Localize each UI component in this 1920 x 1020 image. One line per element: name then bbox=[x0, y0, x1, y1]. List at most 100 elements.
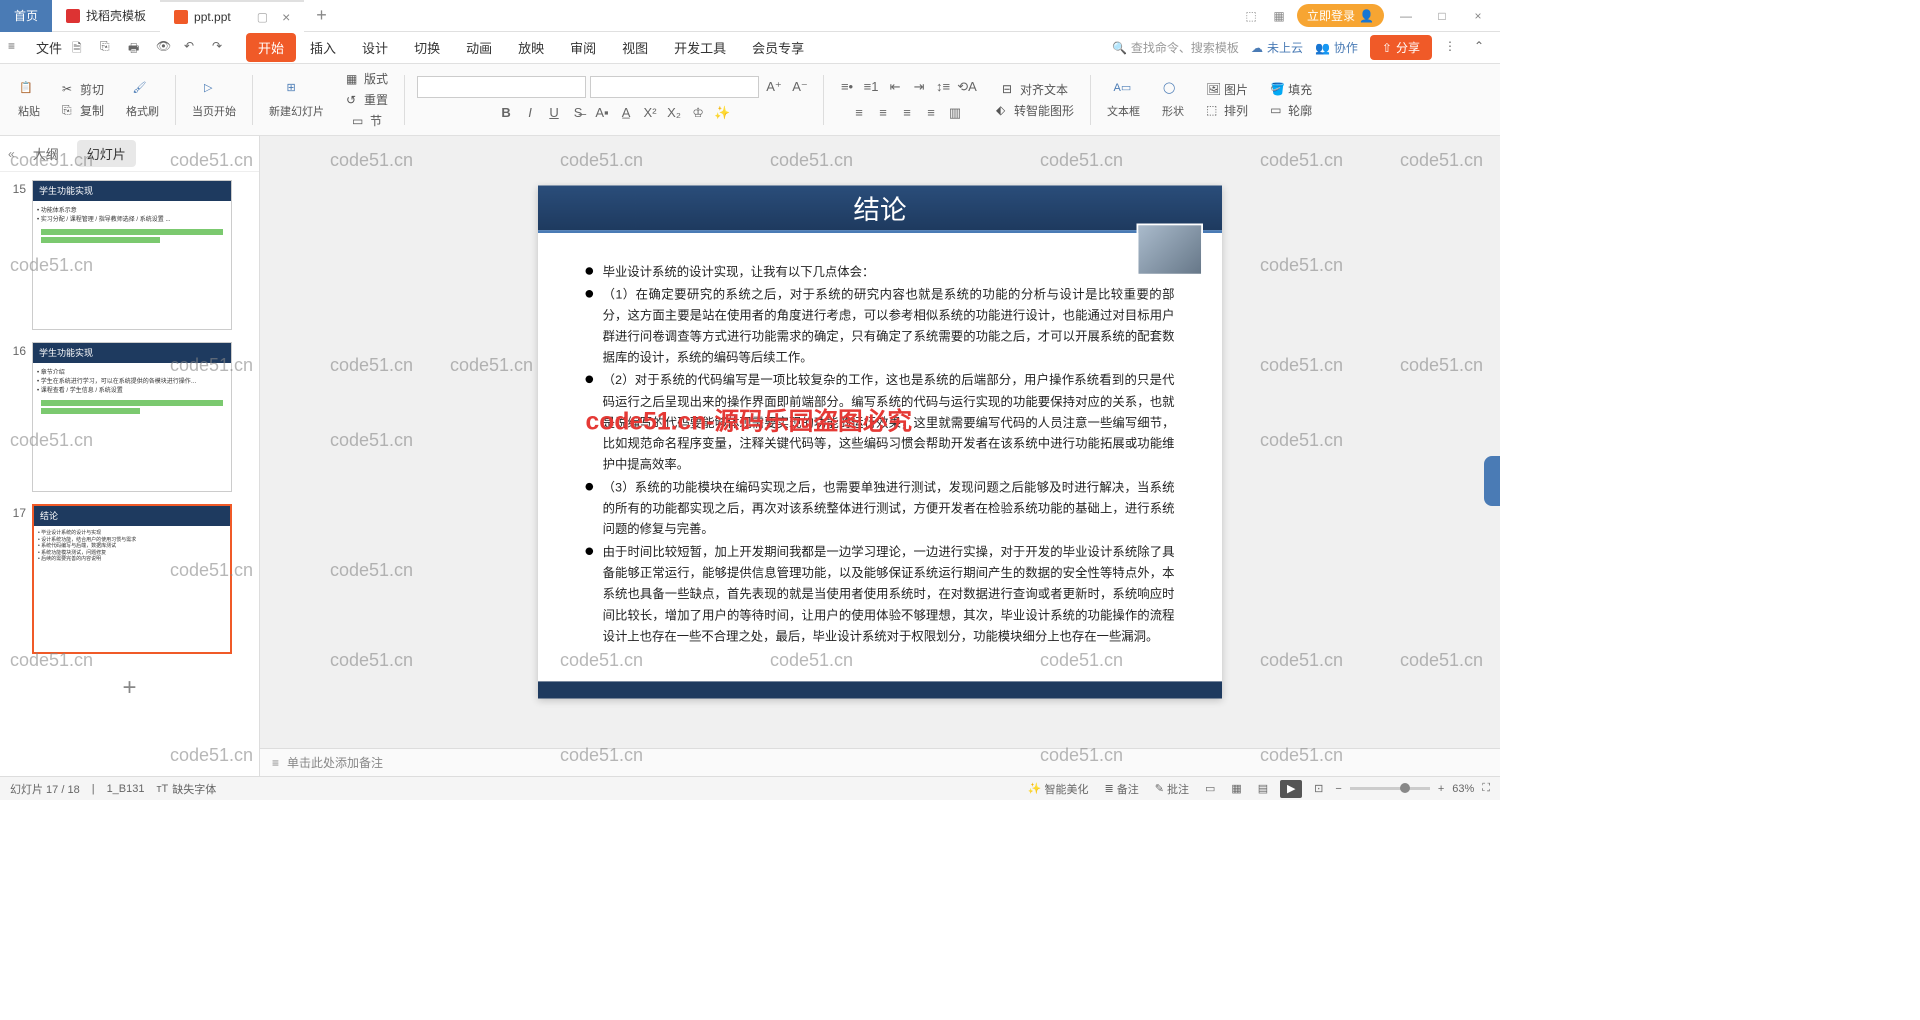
thumbnail-15[interactable]: 15 学生功能实现• 功能体系示意• 实习分配 / 课程管理 / 指导教师选择 … bbox=[8, 180, 251, 330]
design-name[interactable]: 1_B131 bbox=[107, 783, 145, 795]
maximize-button[interactable]: □ bbox=[1428, 2, 1456, 30]
to-smart-button[interactable]: ⬖转智能图形 bbox=[992, 100, 1078, 121]
section-button[interactable]: ▭节 bbox=[348, 110, 386, 131]
more-icon[interactable]: ⋮ bbox=[1444, 39, 1462, 57]
increase-font-icon[interactable]: A⁺ bbox=[763, 76, 785, 98]
zoom-value[interactable]: 63% bbox=[1452, 783, 1474, 795]
align-left-button[interactable]: ≡ bbox=[848, 102, 870, 124]
search-input[interactable]: 🔍查找命令、搜索模板 bbox=[1112, 39, 1239, 56]
font-size-select[interactable] bbox=[590, 76, 759, 98]
zoom-out-button[interactable]: − bbox=[1335, 783, 1341, 795]
login-button[interactable]: 立即登录👤 bbox=[1297, 4, 1384, 27]
collapse-ribbon-icon[interactable]: ⌃ bbox=[1474, 39, 1492, 57]
picture-button[interactable]: 🖼图片 bbox=[1202, 79, 1252, 100]
indent-right-button[interactable]: ⇥ bbox=[908, 76, 930, 98]
line-spacing-button[interactable]: ↕≡ bbox=[932, 76, 954, 98]
notes-button[interactable]: ≣备注 bbox=[1101, 779, 1143, 799]
thumbnail-16[interactable]: 16 学生功能实现• 章节介绍• 学生在系统进行学习，可以在系统提供的各模块进行… bbox=[8, 342, 251, 492]
redo-icon[interactable]: ↷ bbox=[212, 39, 230, 57]
tab-window-icon[interactable]: ▢ bbox=[257, 10, 268, 24]
text-direction-button[interactable]: ⟲A bbox=[956, 76, 978, 98]
indent-left-button[interactable]: ⇤ bbox=[884, 76, 906, 98]
add-tab-button[interactable]: + bbox=[304, 5, 339, 26]
fit-button[interactable]: ⊡ bbox=[1310, 780, 1327, 797]
tab-member[interactable]: 会员专享 bbox=[740, 33, 816, 62]
italic-button[interactable]: I bbox=[519, 102, 541, 124]
tab-insert[interactable]: 插入 bbox=[298, 33, 348, 62]
tab-view[interactable]: 视图 bbox=[610, 33, 660, 62]
zoom-in-button[interactable]: + bbox=[1438, 783, 1444, 795]
thumbnails-list[interactable]: 15 学生功能实现• 功能体系示意• 实习分配 / 课程管理 / 指导教师选择 … bbox=[0, 172, 259, 776]
font-color-button[interactable]: A▪ bbox=[591, 102, 613, 124]
layout-button[interactable]: ▦版式 bbox=[342, 68, 392, 89]
slide-preview[interactable]: 结论 毕业设计系统的设计实现，让我有以下几点体会： （1）在确定要研究的系统之后… bbox=[538, 186, 1222, 699]
shape-button[interactable]: ◯形状 bbox=[1158, 79, 1188, 121]
add-slide-button[interactable]: + bbox=[8, 666, 251, 710]
apps-icon[interactable]: ▦ bbox=[1269, 6, 1289, 26]
close-button[interactable]: × bbox=[1464, 2, 1492, 30]
format-painter-button[interactable]: 🖌格式刷 bbox=[122, 79, 163, 121]
align-right-button[interactable]: ≡ bbox=[896, 102, 918, 124]
from-current-button[interactable]: ▷当页开始 bbox=[188, 79, 240, 121]
layout-icon[interactable]: ⬚ bbox=[1241, 6, 1261, 26]
clear-format-button[interactable]: ♔ bbox=[687, 102, 709, 124]
share-button[interactable]: ⇧分享 bbox=[1370, 35, 1432, 60]
align-justify-button[interactable]: ≡ bbox=[920, 102, 942, 124]
undo-icon[interactable]: ↶ bbox=[184, 39, 202, 57]
superscript-button[interactable]: X² bbox=[639, 102, 661, 124]
tab-design[interactable]: 设计 bbox=[350, 33, 400, 62]
tab-template[interactable]: 找稻壳模板 bbox=[52, 0, 160, 32]
thumbnail-17[interactable]: 17 结论• 毕业设计系统的设计与实现• 设计系统功能，结合用户的使用习惯与需求… bbox=[8, 504, 251, 654]
close-icon[interactable]: × bbox=[282, 9, 290, 25]
align-text-button[interactable]: ⊟对齐文本 bbox=[998, 79, 1072, 100]
columns-button[interactable]: ▥ bbox=[944, 102, 966, 124]
font-family-select[interactable] bbox=[417, 76, 586, 98]
numbering-button[interactable]: ≡1 bbox=[860, 76, 882, 98]
view-normal-button[interactable]: ▭ bbox=[1201, 780, 1219, 797]
cut-button[interactable]: ✂剪切 bbox=[58, 79, 108, 100]
highlight-button[interactable]: A̲ bbox=[615, 102, 637, 124]
view-sorter-button[interactable]: ▦ bbox=[1227, 780, 1245, 797]
decrease-font-icon[interactable]: A⁻ bbox=[789, 76, 811, 98]
tab-animation[interactable]: 动画 bbox=[454, 33, 504, 62]
new-slide-button[interactable]: ⊞新建幻灯片 bbox=[265, 79, 328, 121]
zoom-slider[interactable] bbox=[1350, 787, 1430, 790]
fill-button[interactable]: 🪣填充 bbox=[1266, 79, 1316, 100]
textbox-button[interactable]: A▭文本框 bbox=[1103, 79, 1144, 121]
minimize-button[interactable]: — bbox=[1392, 2, 1420, 30]
fullscreen-button[interactable]: ⛶ bbox=[1482, 782, 1490, 795]
tab-outline[interactable]: 大纲 bbox=[23, 140, 69, 167]
view-reading-button[interactable]: ▤ bbox=[1254, 780, 1272, 797]
print-icon[interactable]: 🖶 bbox=[128, 39, 146, 57]
side-handle[interactable] bbox=[1484, 456, 1500, 506]
underline-button[interactable]: U bbox=[543, 102, 565, 124]
tab-start[interactable]: 开始 bbox=[246, 33, 296, 62]
file-menu[interactable]: 文件 bbox=[36, 38, 62, 57]
collapse-panel-icon[interactable]: « bbox=[8, 147, 15, 161]
slideshow-button[interactable]: ▶ bbox=[1280, 780, 1302, 798]
align-center-button[interactable]: ≡ bbox=[872, 102, 894, 124]
tab-home[interactable]: 首页 bbox=[0, 0, 52, 32]
tab-developer[interactable]: 开发工具 bbox=[662, 33, 738, 62]
tab-slides[interactable]: 幻灯片 bbox=[77, 140, 136, 167]
preview-icon[interactable]: 👁 bbox=[156, 39, 174, 57]
tab-transition[interactable]: 切换 bbox=[402, 33, 452, 62]
subscript-button[interactable]: X₂ bbox=[663, 102, 685, 124]
outline-button[interactable]: ▭轮廓 bbox=[1266, 100, 1316, 121]
notes-pane[interactable]: ≡单击此处添加备注 bbox=[260, 748, 1500, 776]
bold-button[interactable]: B bbox=[495, 102, 517, 124]
effects-button[interactable]: ✨ bbox=[711, 102, 733, 124]
tab-slideshow[interactable]: 放映 bbox=[506, 33, 556, 62]
missing-font-warning[interactable]: ᴛT缺失字体 bbox=[157, 781, 217, 797]
export-icon[interactable]: ⎘ bbox=[100, 39, 118, 57]
tab-document[interactable]: ppt.ppt ▢ × bbox=[160, 0, 304, 32]
save-icon[interactable]: 🗎 bbox=[72, 39, 90, 57]
beautify-button[interactable]: ✨智能美化 bbox=[1024, 779, 1093, 799]
cloud-button[interactable]: ☁未上云 bbox=[1251, 39, 1303, 56]
copy-button[interactable]: ⎘复制 bbox=[58, 100, 108, 121]
menu-icon[interactable]: ≡ bbox=[8, 39, 26, 57]
bullets-button[interactable]: ≡• bbox=[836, 76, 858, 98]
tab-review[interactable]: 审阅 bbox=[558, 33, 608, 62]
reset-button[interactable]: ↺重置 bbox=[342, 89, 392, 110]
comments-button[interactable]: ✎批注 bbox=[1151, 779, 1193, 799]
